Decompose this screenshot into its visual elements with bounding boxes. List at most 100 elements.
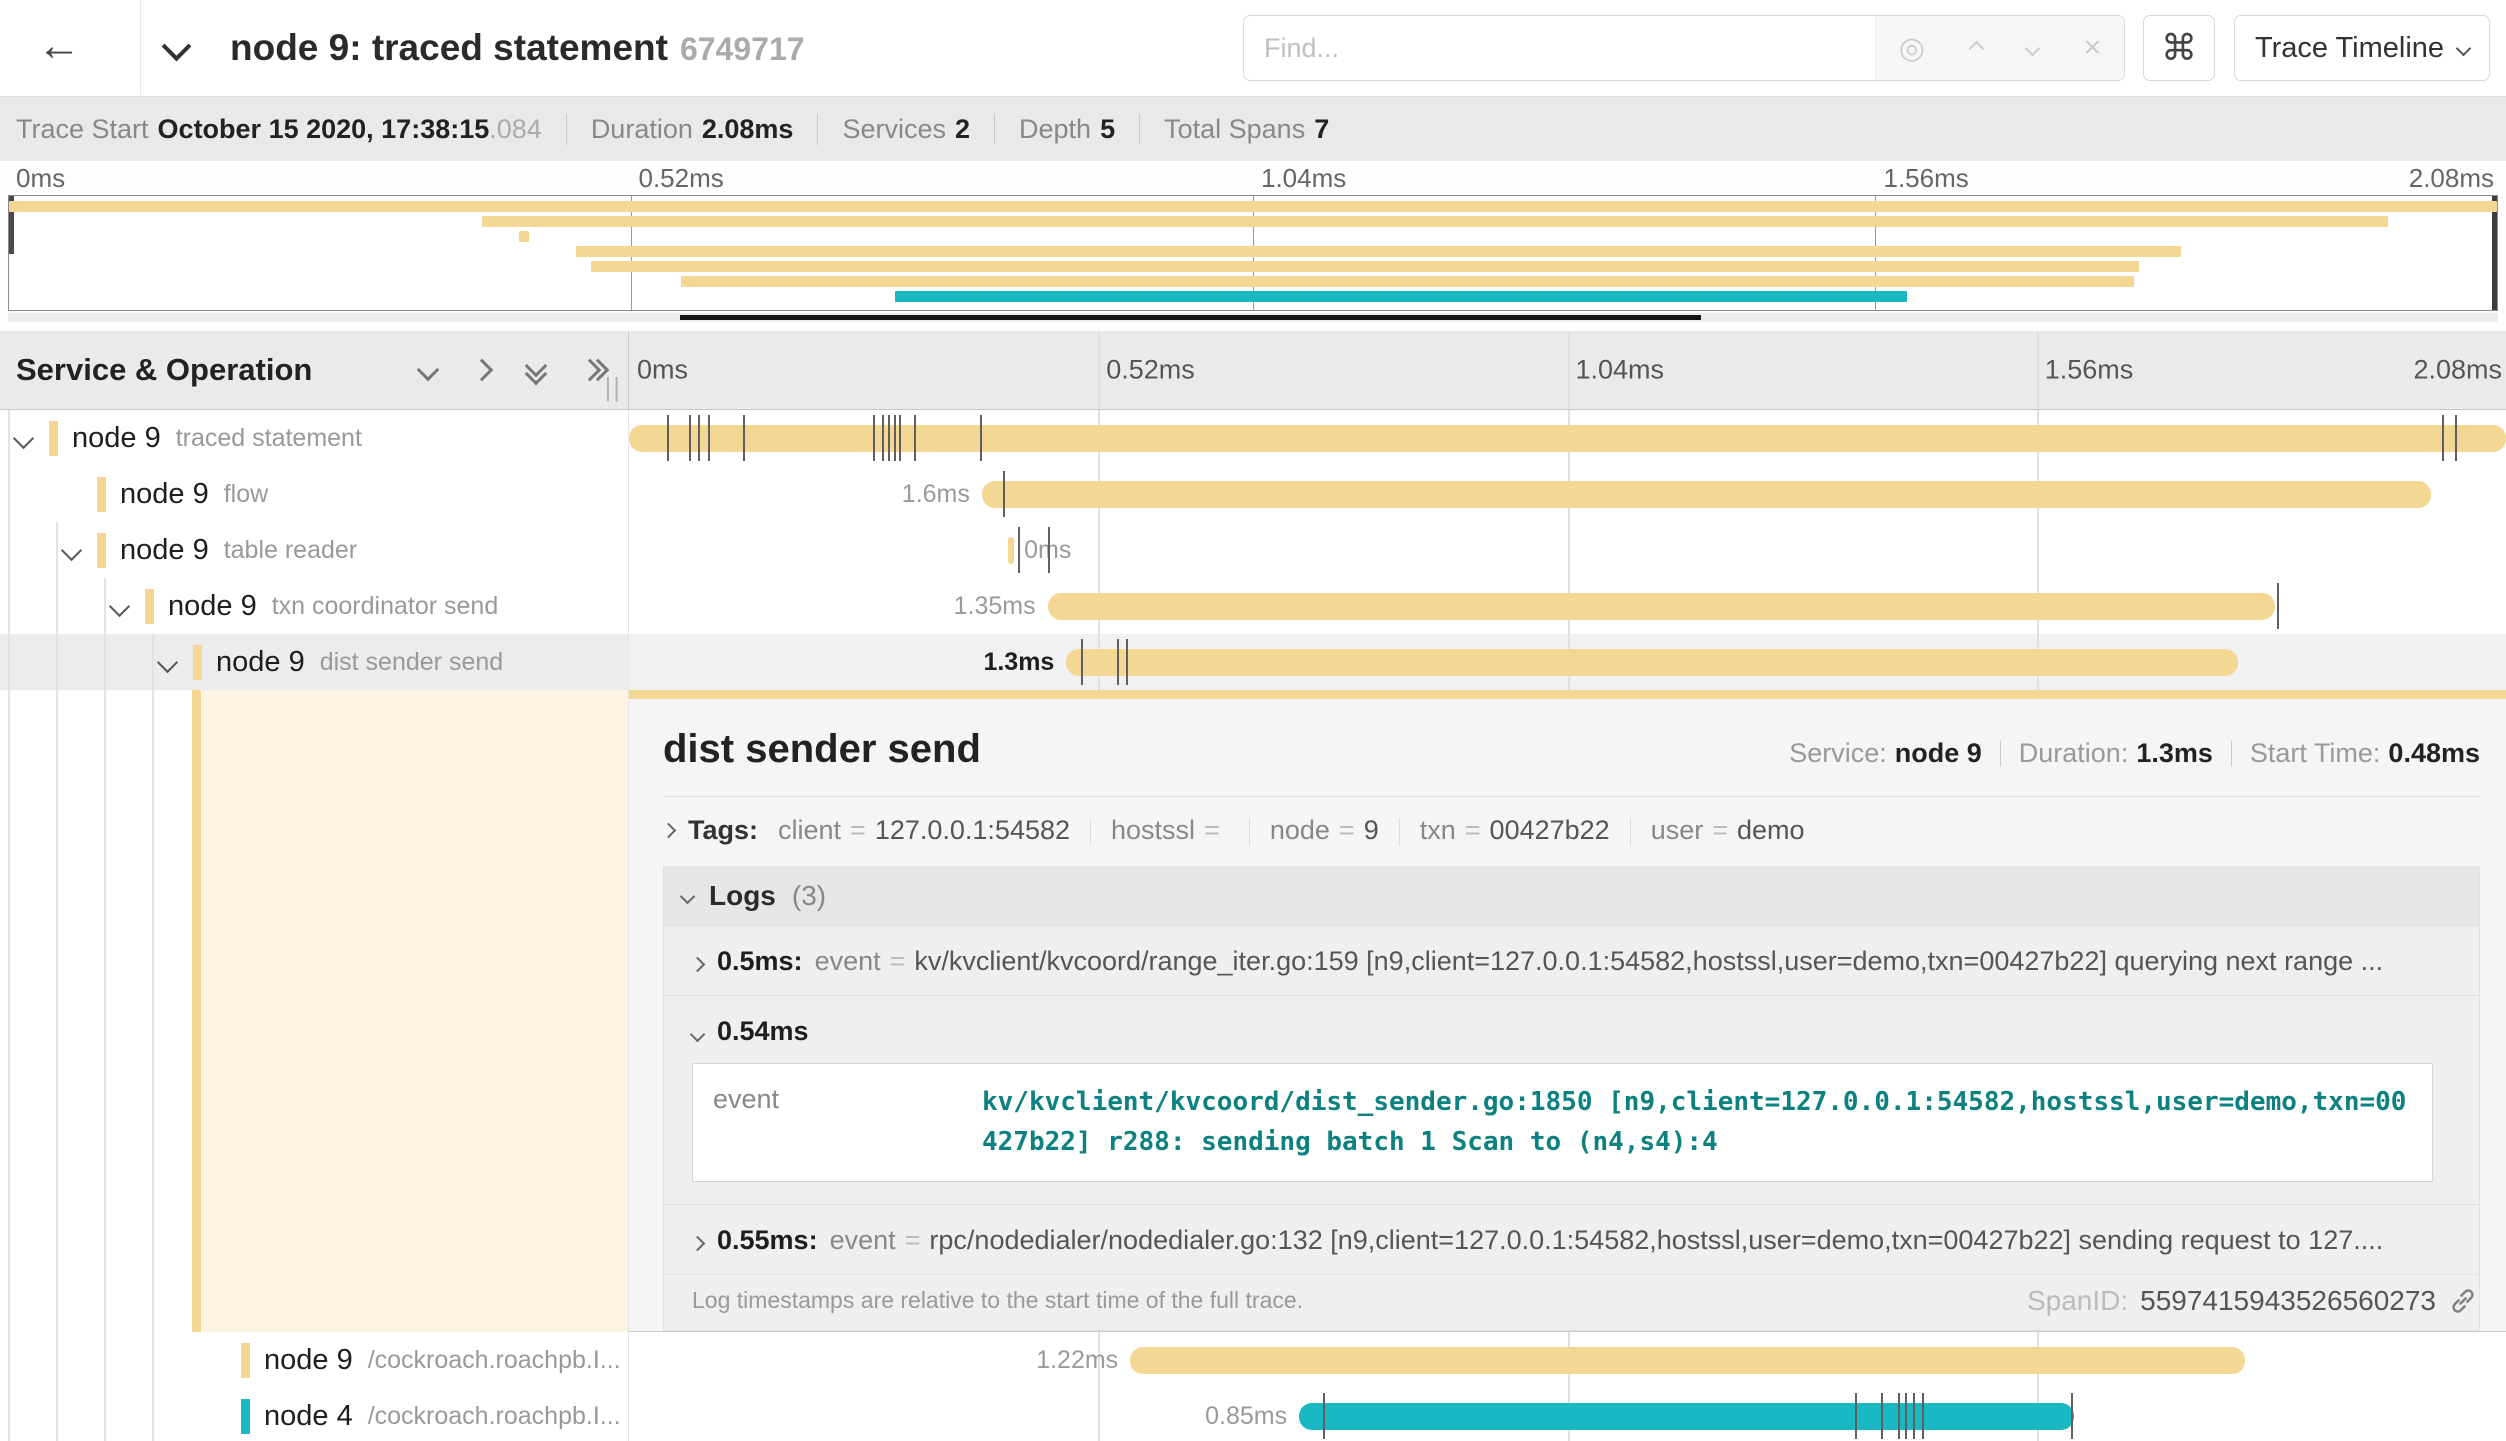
log-field-value: kv/kvclient/kvcoord/dist_sender.go:1850 … [958,1064,2432,1181]
log-marker-tick [888,415,890,461]
gridline [2037,331,2039,409]
timeline-row[interactable]: 1.3ms [629,634,2506,690]
log-marker-tick [1913,1393,1915,1439]
span-duration-bar[interactable] [1130,1347,2245,1374]
deep-link-icon[interactable] [2448,1286,2478,1316]
ruler-tick-label: 1.56ms [1884,163,1969,194]
span-tree-cell[interactable]: node 9/cockroach.roachpb.I... [0,1332,629,1388]
clear-find-icon[interactable]: × [2084,31,2102,65]
log-marker-tick [1117,639,1119,685]
indent-guide [8,578,10,634]
minimap-span-bar [482,216,2388,227]
span-name: node 9traced statement [72,410,362,466]
expand-one-icon[interactable] [471,359,494,382]
expanded-tree-column [0,690,629,1332]
timeline-row[interactable]: 0.85ms [629,1388,2506,1441]
find-input[interactable] [1244,16,1875,80]
logs-accordion-header[interactable]: Logs (3) [664,867,2479,926]
divider [1399,818,1400,846]
prev-match-icon[interactable] [1968,40,1984,56]
log-row[interactable]: 0.55ms:event=rpc/nodedialer/nodedialer.g… [664,1204,2479,1274]
span-row[interactable]: node 9table reader 0ms [0,522,2506,578]
span-row[interactable]: node 9dist sender send1.3ms [0,634,2506,690]
span-duration-bar[interactable] [982,481,2431,508]
tag-item: txn=00427b22 [1420,815,1610,845]
log-marker-tick [980,415,982,461]
log-row-expanded[interactable]: 0.54ms event kv/kvclient/kvcoord/dist_se… [664,995,2479,1204]
tag-item: user=demo [1651,815,1805,845]
span-duration-bar[interactable] [1048,593,2276,620]
ruler-tick-label: 1.04ms [1576,355,1665,386]
span-tree-cell[interactable]: node 4/cockroach.roachpb.I... [0,1388,629,1441]
service-color-bar [241,1399,250,1434]
chevron-down-icon[interactable] [61,540,82,561]
minimap-canvas[interactable] [8,195,2498,311]
gridline [1568,522,1570,578]
log-marker-tick [1003,471,1005,517]
span-tree-cell[interactable]: node 9dist sender send [0,634,629,690]
span-tree-cell[interactable]: node 9table reader [0,522,629,578]
column-resize-handle[interactable]: || [604,372,622,403]
span-row[interactable]: node 9flow 1.6ms [0,466,2506,522]
indent-guide [152,690,154,1332]
log-marker-tick [1922,1393,1924,1439]
viewport-right-handle[interactable] [2492,196,2497,310]
back-button[interactable]: ← [14,10,104,82]
span-tree-cell[interactable]: node 9flow [0,466,629,522]
indent-guide [56,690,58,1332]
tags-accordion[interactable]: Tags: client=127.0.0.1:54582hostssl=node… [629,797,2506,860]
span-duration-bar[interactable] [629,425,2506,452]
indent-guide [152,634,154,690]
timeline-row[interactable]: 1.35ms [629,578,2506,634]
span-tree-cell[interactable]: node 9traced statement [0,410,629,466]
indent-guide [104,690,106,1332]
log-marker-tick [1881,1393,1883,1439]
timeline-row[interactable] [629,410,2506,466]
tag-list: client=127.0.0.1:54582hostssl=node=9txn=… [778,815,1805,846]
expand-all-icon[interactable] [582,362,606,378]
ruler-tick-label: 1.04ms [1261,163,1346,194]
gridline [2037,522,2039,578]
chevron-down-icon[interactable] [109,596,130,617]
minimap-scrollbar-handle[interactable] [680,315,1701,320]
ruler-tick-label: 2.08ms [2413,355,2502,386]
view-selector-button[interactable]: Trace Timeline [2234,15,2490,81]
span-duration-label: 1.6ms [902,466,970,522]
chevron-right-icon [690,1235,706,1251]
span-duration-bar[interactable] [1066,649,2237,676]
span-duration-bar[interactable] [1008,537,1014,564]
span-id-value: 5597415943526560273 [2140,1285,2436,1317]
minimap-span-bar [576,246,2181,257]
span-name: node 9flow [120,466,268,522]
collapse-trace-chevron-icon[interactable] [166,36,187,62]
match-target-icon[interactable]: ◎ [1899,31,1925,66]
tag-item: client=127.0.0.1:54582 [778,815,1070,845]
span-detail-meta: Service:node 9Duration:1.3msStart Time:0… [1789,738,2480,769]
timeline-row[interactable]: 1.6ms [629,466,2506,522]
timeline-row[interactable]: 1.22ms [629,1332,2506,1388]
keyboard-shortcuts-button[interactable]: ⌘ [2143,15,2215,81]
minimap-span-bar [681,276,2134,287]
divider [1630,818,1631,846]
collapse-one-icon[interactable] [417,359,440,382]
span-row[interactable]: node 9txn coordinator send1.35ms [0,578,2506,634]
chevron-down-icon[interactable] [13,428,34,449]
chevron-down-icon [2456,40,2472,56]
logs-section: Logs (3) 0.5ms:event=kv/kvclient/kvcoord… [663,866,2480,1331]
next-match-icon[interactable] [2025,40,2041,56]
span-duration-bar[interactable] [1299,1403,2074,1430]
minimap-scrollbar[interactable] [8,313,2498,322]
ruler-tick-label: 2.08ms [2409,163,2494,194]
timeline-row[interactable]: 0ms [629,522,2506,578]
log-row[interactable]: 0.5ms:event=kv/kvclient/kvcoord/range_it… [664,926,2479,995]
span-row[interactable]: node 9/cockroach.roachpb.I...1.22ms [0,1332,2506,1388]
indent-guide [56,1388,58,1441]
span-row[interactable]: node 9traced statement [0,410,2506,466]
chevron-down-icon[interactable] [157,652,178,673]
span-row[interactable]: node 4/cockroach.roachpb.I...0.85ms [0,1388,2506,1441]
collapse-all-icon[interactable] [528,358,544,382]
span-tree-cell[interactable]: node 9txn coordinator send [0,578,629,634]
span-name: node 9table reader [120,522,357,578]
expanded-span-indent [192,690,628,1332]
log-marker-tick [1126,639,1128,685]
